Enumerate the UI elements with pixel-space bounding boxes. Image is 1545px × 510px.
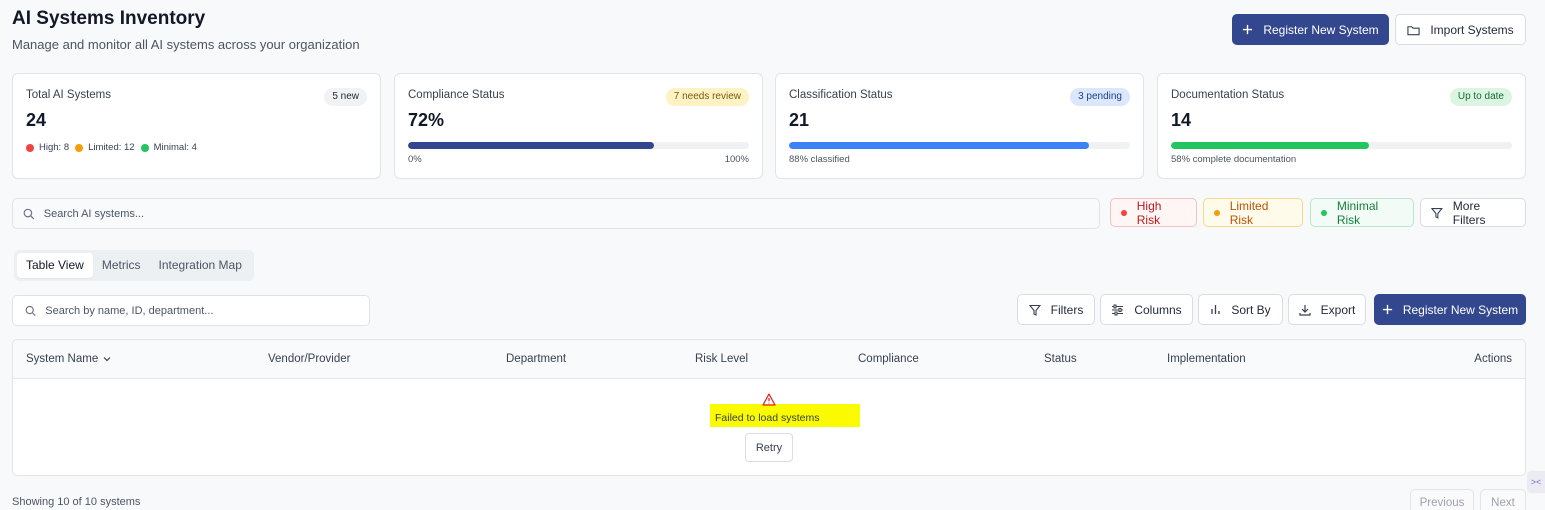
column-department[interactable]: Department <box>506 353 566 365</box>
filters-button[interactable]: Filters <box>1017 294 1095 325</box>
table-search[interactable] <box>12 295 370 326</box>
filter-icon <box>1431 207 1443 219</box>
limited-risk-filter[interactable]: Limited Risk <box>1203 198 1303 227</box>
table-header: System Name Vendor/Provider Department R… <box>13 340 1525 379</box>
ai-systems-search[interactable] <box>12 198 1100 229</box>
progress-min-label: 0% <box>408 154 422 165</box>
card-value: 14 <box>1171 110 1192 130</box>
import-systems-button[interactable]: Import Systems <box>1395 14 1526 45</box>
up-to-date-badge: Up to date <box>1449 88 1512 106</box>
folder-icon <box>1407 25 1420 35</box>
column-status[interactable]: Status <box>1044 353 1077 365</box>
card-label: Classification Status <box>789 89 893 101</box>
legend-high: High: 8 <box>26 142 69 153</box>
retry-button[interactable]: Retry <box>745 433 793 462</box>
new-badge: 5 new <box>324 88 367 106</box>
card-value: 21 <box>789 110 810 130</box>
legend-limited: Limited: 12 <box>75 142 135 153</box>
chevron-down-icon <box>103 357 111 362</box>
more-filters-button[interactable]: More Filters <box>1420 198 1526 227</box>
documentation-label: 58% complete documentation <box>1171 154 1297 165</box>
documentation-progress-bar <box>1171 142 1512 149</box>
error-message: Failed to load systems <box>710 404 860 427</box>
page-title: AI Systems Inventory <box>12 8 206 29</box>
filter-icon <box>1028 304 1041 316</box>
total-ai-systems-card: Total AI Systems 5 new 24 High: 8 Limite… <box>12 73 381 179</box>
columns-button[interactable]: Columns <box>1100 294 1193 325</box>
column-system-name[interactable]: System Name <box>26 353 111 365</box>
previous-button[interactable]: Previous <box>1410 489 1474 510</box>
table-search-input[interactable] <box>45 304 369 317</box>
red-dot-icon <box>26 143 34 152</box>
card-value: 72% <box>408 110 445 130</box>
plus-icon <box>1243 24 1253 35</box>
column-actions: Actions <box>1474 353 1512 365</box>
next-button[interactable]: Next <box>1480 489 1526 510</box>
card-label: Total AI Systems <box>26 89 112 101</box>
card-value: 24 <box>26 110 47 130</box>
tab-integration-map[interactable]: Integration Map <box>150 253 251 278</box>
search-icon <box>23 208 35 219</box>
warning-icon <box>762 393 776 406</box>
compliance-status-card: Compliance Status 7 needs review 72% 0% … <box>394 73 763 179</box>
view-tabs: Table View Metrics Integration Map <box>14 250 254 281</box>
register-button-label: Register New System <box>1263 22 1379 37</box>
sort-by-button[interactable]: Sort By <box>1198 294 1283 325</box>
progress-fill <box>789 142 1090 149</box>
card-label: Compliance Status <box>408 89 505 101</box>
green-dot-icon <box>1321 209 1327 216</box>
column-implementation[interactable]: Implementation <box>1167 353 1246 365</box>
showing-count: Showing 10 of 10 systems <box>12 496 141 508</box>
classified-label: 88% classified <box>789 154 850 165</box>
collapse-panel-icon[interactable]: >< <box>1527 471 1545 493</box>
download-icon <box>1299 304 1311 316</box>
column-compliance[interactable]: Compliance <box>858 353 919 365</box>
pending-badge: 3 pending <box>1070 88 1130 106</box>
progress-fill <box>1171 142 1369 149</box>
card-label: Documentation Status <box>1171 89 1285 101</box>
needs-review-badge: 7 needs review <box>665 88 749 106</box>
column-risk-level[interactable]: Risk Level <box>695 353 748 365</box>
green-dot-icon <box>140 143 149 152</box>
import-button-label: Import Systems <box>1430 22 1514 37</box>
register-new-system-toolbar-button[interactable]: Register New System <box>1374 294 1526 325</box>
bar-chart-icon <box>1211 305 1220 314</box>
search-icon <box>25 305 36 316</box>
tab-metrics[interactable]: Metrics <box>93 253 150 278</box>
high-risk-filter[interactable]: High Risk <box>1110 198 1197 227</box>
classification-status-card: Classification Status 3 pending 21 88% c… <box>775 73 1144 179</box>
progress-fill <box>408 142 654 149</box>
classification-progress-bar <box>789 142 1130 149</box>
plus-icon <box>1382 304 1392 315</box>
minimal-risk-filter[interactable]: Minimal Risk <box>1310 198 1414 227</box>
systems-table: System Name Vendor/Provider Department R… <box>12 339 1526 476</box>
progress-max-label: 100% <box>724 154 749 165</box>
documentation-status-card: Documentation Status Up to date 14 58% c… <box>1157 73 1526 179</box>
page-subtitle: Manage and monitor all AI systems across… <box>12 37 360 52</box>
ai-systems-search-input[interactable] <box>43 207 1099 220</box>
tab-table-view[interactable]: Table View <box>17 253 93 278</box>
register-new-system-button[interactable]: Register New System <box>1232 14 1389 45</box>
orange-dot-icon <box>75 143 84 152</box>
risk-legend: High: 8 Limited: 12 Minimal: 4 <box>26 142 197 153</box>
compliance-progress-bar <box>408 142 749 149</box>
export-button[interactable]: Export <box>1288 294 1366 325</box>
columns-sliders-icon <box>1112 304 1124 315</box>
red-dot-icon <box>1121 209 1127 216</box>
legend-minimal: Minimal: 4 <box>140 142 197 153</box>
column-vendor[interactable]: Vendor/Provider <box>268 353 350 365</box>
orange-dot-icon <box>1214 209 1220 216</box>
